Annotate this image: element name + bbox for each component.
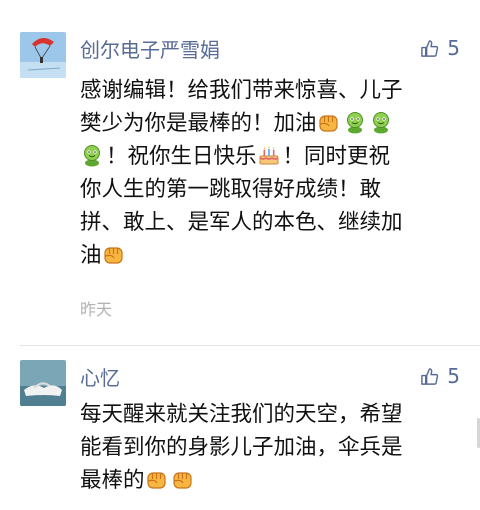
comment-item: 心忆 5 每天醒来就关注我们的天空，希望 能看到你的身影儿子加油，伞兵是 最棒的 [0,346,480,510]
comment-line: 樊少为你是最棒的！加油 [80,107,465,140]
comment-item: 创尔电子严雪娟 5 感谢编辑！给我们带来惊喜、儿子 樊少为你是最棒的！加油 ！祝你生… [0,0,480,345]
parachute-avatar-image [20,32,66,78]
like-button[interactable]: 5 [420,364,460,388]
fist-emoji [317,110,341,134]
like-count: 5 [447,364,460,388]
fist-emoji [145,467,169,491]
comment-username[interactable]: 创尔电子严雪娟 [80,34,220,63]
comment-line: 油 [80,239,465,272]
fist-emoji [102,242,126,266]
comment-line: ！祝你生日快乐 ！同时更祝 [80,140,465,173]
comment-line: 拼、敢上、是军人的本色、继续加 [80,206,465,239]
thumbs-up-icon [420,367,439,386]
hands-avatar-image [20,360,66,406]
comment-text-segment: ！祝你生日快乐 [106,144,257,169]
comment-text-segment: 油 [80,243,102,268]
comment-line: 感谢编辑！给我们带来惊喜、儿子 [80,74,465,107]
comment-text-segment: 拼、敢上、是军人的本色、继续加 [80,210,403,235]
comment-text-segment: 最棒的 [80,468,145,493]
comment-line: 能看到你的身影儿子加油，伞兵是 [80,431,465,464]
green-smiley-emoji [343,110,367,134]
green-smiley-emoji [369,110,393,134]
like-count: 5 [447,36,460,60]
comment-text: 每天醒来就关注我们的天空，希望 能看到你的身影儿子加油，伞兵是 最棒的 [80,398,465,497]
fist-emoji [171,467,195,491]
like-button[interactable]: 5 [420,36,460,60]
comment-line: 你人生的第一跳取得好成绩！敢 [80,173,465,206]
comment-text-segment: 能看到你的身影儿子加油，伞兵是 [80,435,403,460]
comment-text-segment: 你人生的第一跳取得好成绩！敢 [80,177,382,202]
comment-text-segment: 感谢编辑！给我们带来惊喜、儿子 [80,78,403,103]
comment-text-segment: ！同时更祝 [282,144,391,169]
comment-line: 最棒的 [80,464,465,497]
comment-text-segment: 每天醒来就关注我们的天空，希望 [80,402,403,427]
comment-text: 感谢编辑！给我们带来惊喜、儿子 樊少为你是最棒的！加油 ！祝你生日快乐 ！同时更祝你人… [80,74,465,272]
avatar[interactable] [20,32,66,78]
comment-text-segment: 樊少为你是最棒的！加油 [80,111,317,136]
green-smiley-emoji [80,143,104,167]
comment-username[interactable]: 心忆 [80,362,120,391]
comment-line: 每天醒来就关注我们的天空，希望 [80,398,465,431]
thumbs-up-icon [420,39,439,58]
comment-time: 昨天 [80,300,113,319]
avatar[interactable] [20,360,66,406]
cake-emoji [257,143,281,167]
